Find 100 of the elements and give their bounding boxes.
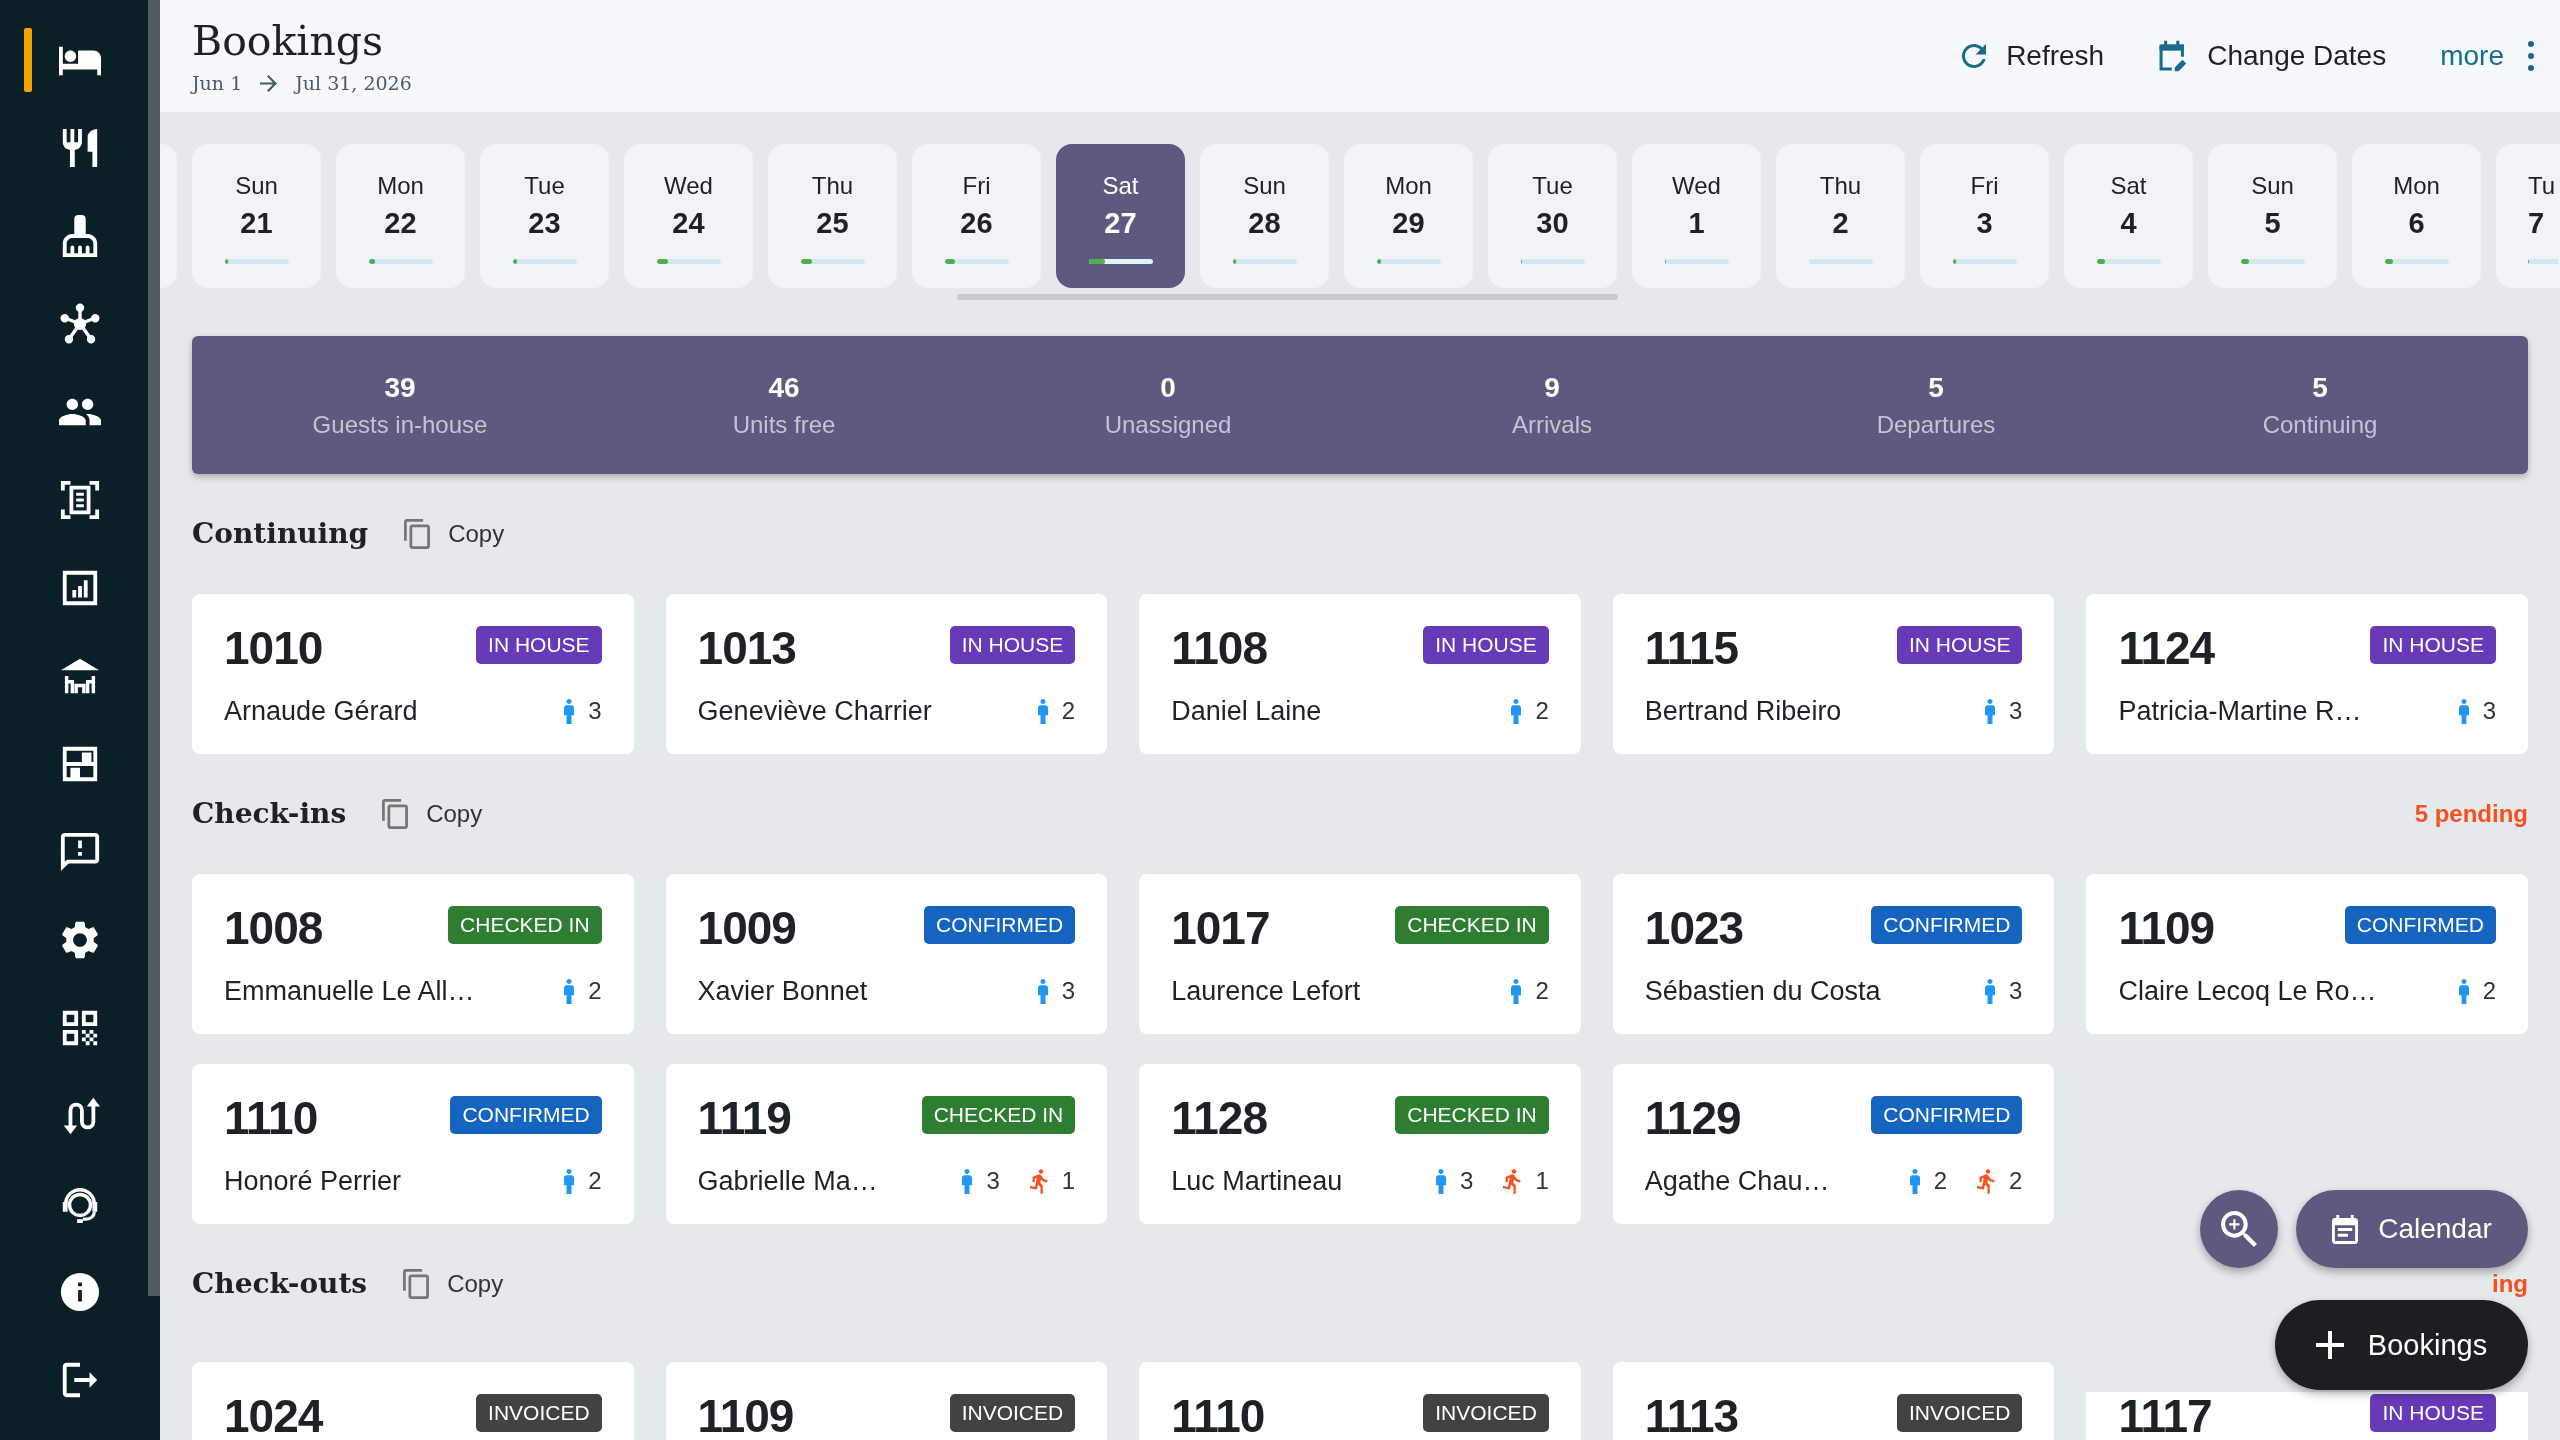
unit-number: 1010 bbox=[224, 626, 323, 670]
copy-icon bbox=[403, 1269, 430, 1299]
adult-count: 2 bbox=[2482, 977, 2496, 1005]
info-icon bbox=[59, 1271, 101, 1313]
unit-number: 1024 bbox=[224, 1394, 323, 1438]
copy-button[interactable]: Copy bbox=[382, 799, 483, 829]
person-icon bbox=[1511, 978, 1522, 1004]
zoom-in-button[interactable] bbox=[2200, 1190, 2278, 1268]
stat-label: Guests in-house bbox=[312, 411, 488, 439]
more-button[interactable]: more bbox=[2440, 40, 2534, 72]
person-icon bbox=[2458, 698, 2469, 724]
unit-number: 1109 bbox=[697, 1394, 794, 1438]
booking-card[interactable]: 1108 IN HOUSE Daniel Laine 2 bbox=[1139, 594, 1581, 754]
booking-card[interactable]: 1017 CHECKED IN Laurence Lefort 2 bbox=[1139, 874, 1581, 1034]
status-badge: CONFIRMED bbox=[1871, 906, 2023, 944]
booking-card[interactable]: 1129 CONFIRMED Agathe Chau… 2 2 bbox=[1612, 1064, 2055, 1224]
status-badge: IN HOUSE bbox=[476, 626, 602, 664]
booking-card[interactable]: 1110 INVOICED bbox=[1139, 1362, 1581, 1440]
status-badge: CHECKED IN bbox=[1395, 906, 1549, 944]
booking-card[interactable]: 1115 IN HOUSE Bertrand Ribeiro 3 bbox=[1612, 594, 2055, 754]
date-card[interactable]: Fri 26 bbox=[912, 144, 1041, 288]
person-icon bbox=[1436, 1168, 1447, 1194]
booking-card[interactable]: 1128 CHECKED IN Luc Martineau 3 1 bbox=[1139, 1064, 1581, 1224]
arrow-right-icon bbox=[260, 74, 278, 92]
scrollbar[interactable] bbox=[957, 294, 1618, 300]
date-card[interactable]: Thu 2 bbox=[1776, 144, 1905, 288]
date-card[interactable]: Sun 21 bbox=[192, 144, 321, 288]
guest-name: Agathe Chau… bbox=[1644, 1166, 1830, 1196]
adult-count: 2 bbox=[588, 1167, 602, 1195]
copy-button[interactable]: Copy bbox=[403, 1269, 504, 1299]
booking-card[interactable]: 1109 CONFIRMED Claire Lecoq Le Ro… 2 bbox=[2086, 874, 2528, 1034]
date-card[interactable]: Thu 25 bbox=[768, 144, 897, 288]
booking-card[interactable]: 1010 IN HOUSE Arnaude Gérard 3 bbox=[192, 594, 634, 754]
status-badge: CHECKED IN bbox=[1395, 1096, 1549, 1134]
date-card[interactable]: Tue 23 bbox=[480, 144, 609, 288]
unit-number: 1119 bbox=[697, 1096, 791, 1140]
booking-card[interactable]: 1117 IN HOUSE bbox=[2086, 1392, 2528, 1440]
running-person-icon bbox=[1977, 1168, 1996, 1194]
unit-number: 1013 bbox=[697, 626, 796, 670]
person-icon bbox=[1511, 698, 1522, 724]
child-count: 1 bbox=[1061, 1167, 1076, 1195]
status-badge: CONFIRMED bbox=[924, 906, 1076, 944]
adult-count: 2 bbox=[588, 977, 602, 1005]
new-booking-button[interactable]: Bookings bbox=[2275, 1300, 2528, 1390]
date-card[interactable]: Sat 4 bbox=[2064, 144, 2193, 288]
date-card[interactable]: Sun 5 bbox=[2208, 144, 2337, 288]
unit-number: 1110 bbox=[1171, 1394, 1265, 1438]
booking-card[interactable]: 1013 IN HOUSE Geneviève Charrier 2 bbox=[665, 594, 1108, 754]
date-card[interactable]: Tue 30 bbox=[1488, 144, 1617, 288]
date-card[interactable]: Mon 6 bbox=[2352, 144, 2481, 288]
date-card[interactable]: Wed 1 bbox=[1632, 144, 1761, 288]
section-title: Continuing bbox=[192, 517, 369, 551]
copy-button[interactable]: Copy bbox=[404, 519, 505, 549]
booking-card[interactable]: 1110 CONFIRMED Honoré Perrier 2 bbox=[192, 1064, 634, 1224]
guest-name: Claire Lecoq Le Ro… bbox=[2118, 976, 2377, 1006]
stat-label: Arrivals bbox=[1512, 411, 1592, 439]
person-icon bbox=[564, 978, 575, 1004]
date-card[interactable]: Tu 7 bbox=[2496, 144, 2560, 288]
booking-card[interactable]: 1109 INVOICED bbox=[665, 1362, 1108, 1440]
pending-count: ing bbox=[2492, 1271, 2528, 1297]
status-badge: INVOICED bbox=[476, 1394, 602, 1432]
person-icon bbox=[1037, 698, 1048, 724]
booking-card[interactable]: 1124 IN HOUSE Patricia-Martine R… 3 bbox=[2086, 594, 2528, 754]
booking-card[interactable]: 1119 CHECKED IN Gabrielle Ma… 3 1 bbox=[665, 1064, 1108, 1224]
date-card[interactable]: Mon 22 bbox=[336, 144, 465, 288]
date-card[interactable]: Wed 24 bbox=[624, 144, 753, 288]
scrollbar[interactable] bbox=[148, 0, 160, 1296]
status-badge: IN HOUSE bbox=[1896, 626, 2023, 664]
status-badge: CHECKED IN bbox=[448, 906, 602, 944]
booking-card[interactable]: 1113 INVOICED bbox=[1612, 1362, 2055, 1440]
date-card[interactable]: Sat 27 bbox=[1056, 144, 1185, 288]
calendar-button[interactable]: Calendar bbox=[2296, 1190, 2528, 1268]
unit-number: 1115 bbox=[1644, 626, 1739, 670]
person-icon bbox=[1909, 1168, 1920, 1194]
calendar-icon bbox=[2332, 1214, 2359, 1244]
date-card[interactable]: Fri 3 bbox=[1920, 144, 2049, 288]
calendar-edit-icon bbox=[2158, 40, 2188, 72]
change-dates-button[interactable]: Change Dates bbox=[2158, 40, 2387, 72]
booking-card[interactable]: 1009 CONFIRMED Xavier Bonnet 3 bbox=[665, 874, 1108, 1034]
settings-icon bbox=[59, 919, 101, 961]
unit-number: 1008 bbox=[224, 906, 323, 950]
running-person-icon bbox=[1029, 1168, 1048, 1194]
person-icon bbox=[2458, 978, 2469, 1004]
booking-card[interactable]: 1008 CHECKED IN Emmanuelle Le All… 2 bbox=[192, 874, 634, 1034]
refresh-button[interactable]: Refresh bbox=[1962, 40, 2105, 72]
child-count: 1 bbox=[1535, 1167, 1549, 1195]
date-card[interactable]: Mon 29 bbox=[1344, 144, 1473, 288]
guest-name: Xavier Bonnet bbox=[697, 976, 868, 1006]
status-badge: IN HOUSE bbox=[949, 626, 1076, 664]
guest-name: Patricia-Martine R… bbox=[2118, 696, 2362, 726]
booking-card[interactable]: 1023 CONFIRMED Sébastien du Costa 3 bbox=[1612, 874, 2055, 1034]
stat-value: 5 bbox=[1928, 372, 1944, 404]
stat-value: 0 bbox=[1160, 372, 1176, 404]
adult-count: 3 bbox=[588, 697, 602, 725]
stat-value: 9 bbox=[1544, 372, 1560, 404]
date-card[interactable]: Sun 28 bbox=[1200, 144, 1329, 288]
booking-card[interactable]: 1024 INVOICED bbox=[192, 1362, 634, 1440]
child-count: 2 bbox=[2009, 1167, 2023, 1195]
unit-number: 1110 bbox=[224, 1096, 318, 1140]
guest-name: Emmanuelle Le All… bbox=[224, 976, 475, 1006]
